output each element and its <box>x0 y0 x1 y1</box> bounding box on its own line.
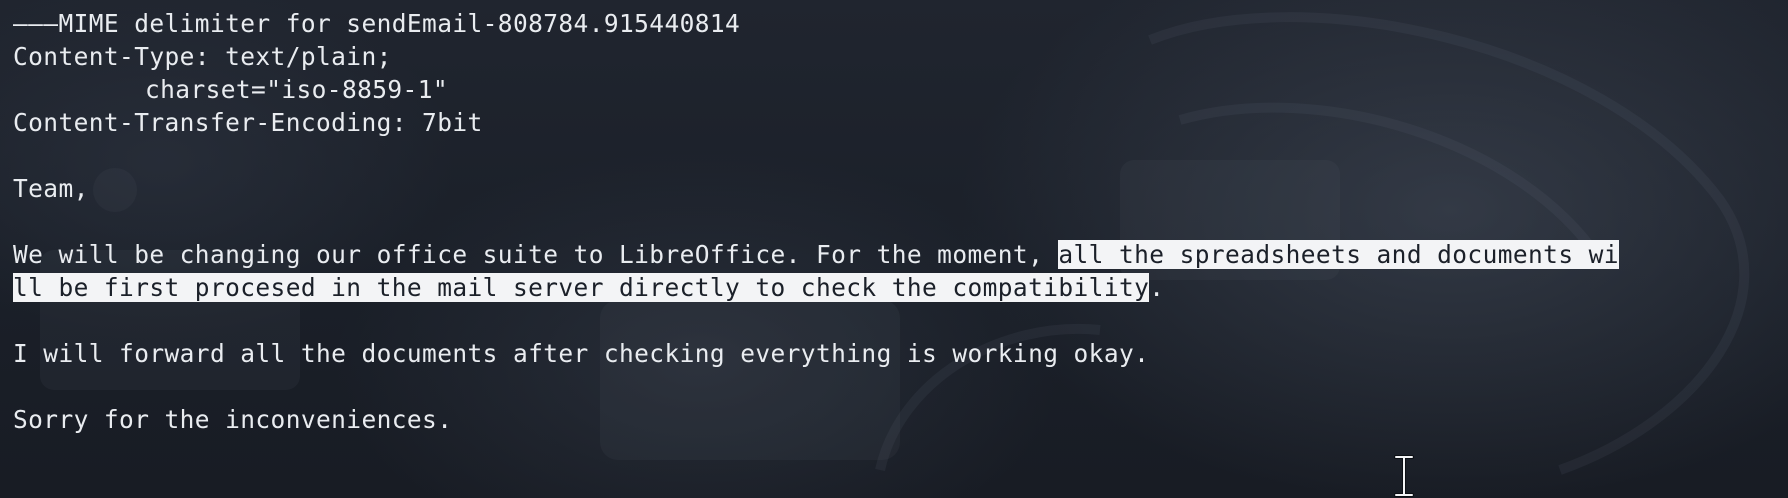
paragraph-1-end: . <box>1149 273 1165 302</box>
selected-text[interactable]: ll be first procesed in the mail server … <box>13 273 1150 302</box>
terminal-window[interactable]: ———MIME delimiter for sendEmail-808784.9… <box>0 0 1788 498</box>
transfer-encoding-line: Content-Transfer-Encoding: 7bit <box>13 108 483 137</box>
selected-text[interactable]: all the spreadsheets and documents wi <box>1058 240 1619 269</box>
paragraph-1-line-1: We will be changing our office suite to … <box>13 238 1788 271</box>
terminal-output[interactable]: ———MIME delimiter for sendEmail-808784.9… <box>13 7 1788 436</box>
paragraph-1-text: We will be changing our office suite to … <box>13 240 1059 269</box>
paragraph-1-line-2: ll be first procesed in the mail server … <box>13 271 1788 304</box>
paragraph-2-line: I will forward all the documents after c… <box>13 339 1150 368</box>
charset-line: charset="iso-8859-1" <box>145 75 449 104</box>
greeting-line: Team, <box>13 174 89 203</box>
paragraph-3-line: Sorry for the inconveniences. <box>13 405 453 434</box>
mime-delimiter-line: ———MIME delimiter for sendEmail-808784.9… <box>13 9 741 38</box>
text-ibeam-cursor-icon <box>1394 455 1414 497</box>
content-type-line: Content-Type: text/plain; <box>13 42 392 71</box>
